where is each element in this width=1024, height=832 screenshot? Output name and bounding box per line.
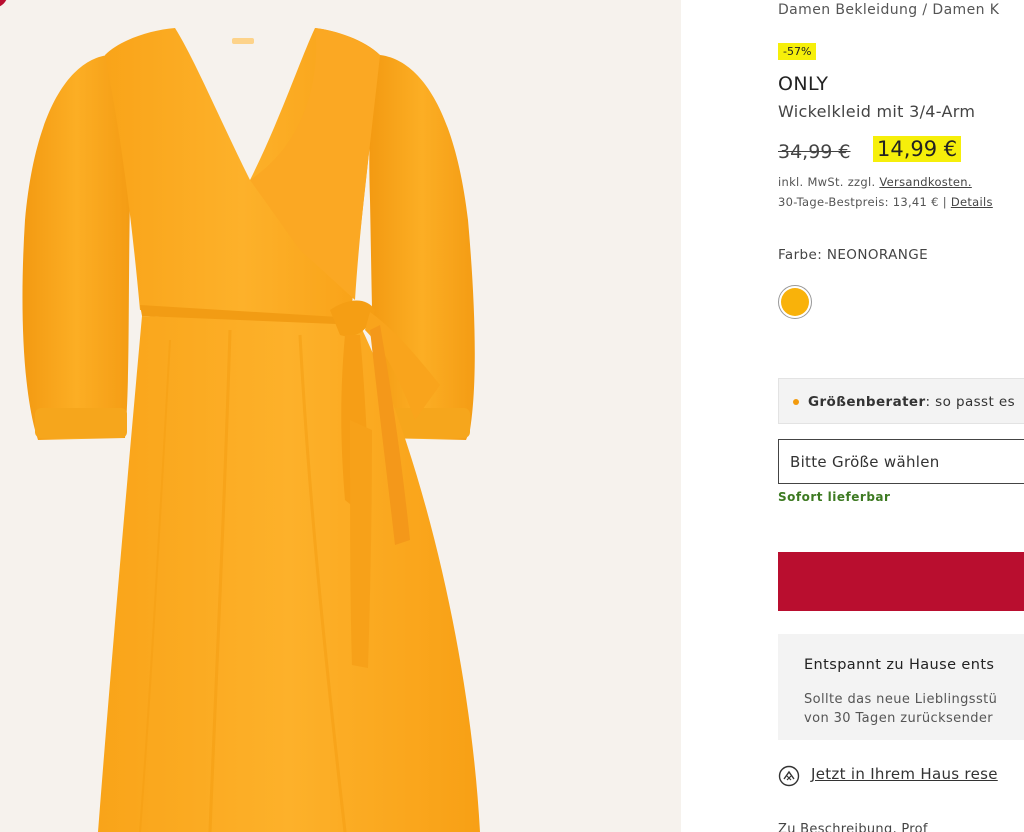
add-to-cart-button[interactable] — [778, 552, 1024, 611]
best-price-info: 30-Tage-Bestpreis: 13,41 € | Details — [778, 195, 993, 209]
size-select[interactable]: Bitte Größe wählen — [778, 439, 1024, 484]
bullet-dot-icon — [793, 399, 799, 405]
best-price-details-link[interactable]: Details — [951, 195, 993, 209]
old-price: 34,99 € — [778, 141, 851, 163]
return-info-line-1: Sollte das neue Lieblingsstü — [804, 692, 998, 707]
return-info-box: Entspannt zu Hause ents Sollte das neue … — [778, 634, 1024, 740]
sale-price: 14,99 € — [873, 136, 962, 162]
return-info-title: Entspannt zu Hause ents — [804, 657, 995, 673]
reserve-in-store-link[interactable]: Jetzt in Ihrem Haus rese — [778, 765, 1024, 787]
size-select-placeholder: Bitte Größe wählen — [790, 453, 940, 471]
return-info-line-2: von 30 Tagen zurücksender — [804, 711, 993, 726]
best-price-text: 30-Tage-Bestpreis: 13,41 € | — [778, 195, 951, 209]
tax-text: inkl. MwSt. zzgl. — [778, 175, 880, 189]
size-advisor-bold: Größenberater — [808, 394, 926, 410]
brand-name[interactable]: ONLY — [778, 73, 828, 95]
size-advisor-text: Größenberater: so passt es — [808, 394, 1015, 410]
size-advisor-rest: : so passt es — [925, 394, 1016, 410]
availability-status: Sofort lieferbar — [778, 490, 891, 504]
product-image-dress[interactable] — [0, 0, 681, 832]
description-link-partial[interactable]: Zu Beschreibung, Prof — [778, 822, 928, 832]
discount-badge: -57% — [778, 43, 817, 60]
return-info-text: Sollte das neue Lieblingsstü von 30 Tage… — [804, 690, 997, 728]
tax-info: inkl. MwSt. zzgl. Versandkosten. — [778, 175, 972, 189]
reserve-store-icon — [778, 765, 800, 787]
size-advisor-banner[interactable]: Größenberater: so passt es — [778, 378, 1024, 424]
shipping-costs-link[interactable]: Versandkosten. — [879, 175, 971, 189]
reserve-link-text[interactable]: Jetzt in Ihrem Haus rese — [811, 765, 998, 783]
color-swatch-dot — [781, 288, 809, 316]
breadcrumb[interactable]: Damen Bekleidung / Damen K — [778, 2, 999, 18]
product-details: Damen Bekleidung / Damen K -57% ONLY Wic… — [681, 0, 1024, 832]
color-swatch-neonorange[interactable] — [778, 285, 812, 319]
color-label: Farbe: NEONORANGE — [778, 247, 929, 263]
product-image-area[interactable] — [0, 0, 681, 832]
product-title: Wickelkleid mit 3/4-Arm — [778, 102, 976, 121]
